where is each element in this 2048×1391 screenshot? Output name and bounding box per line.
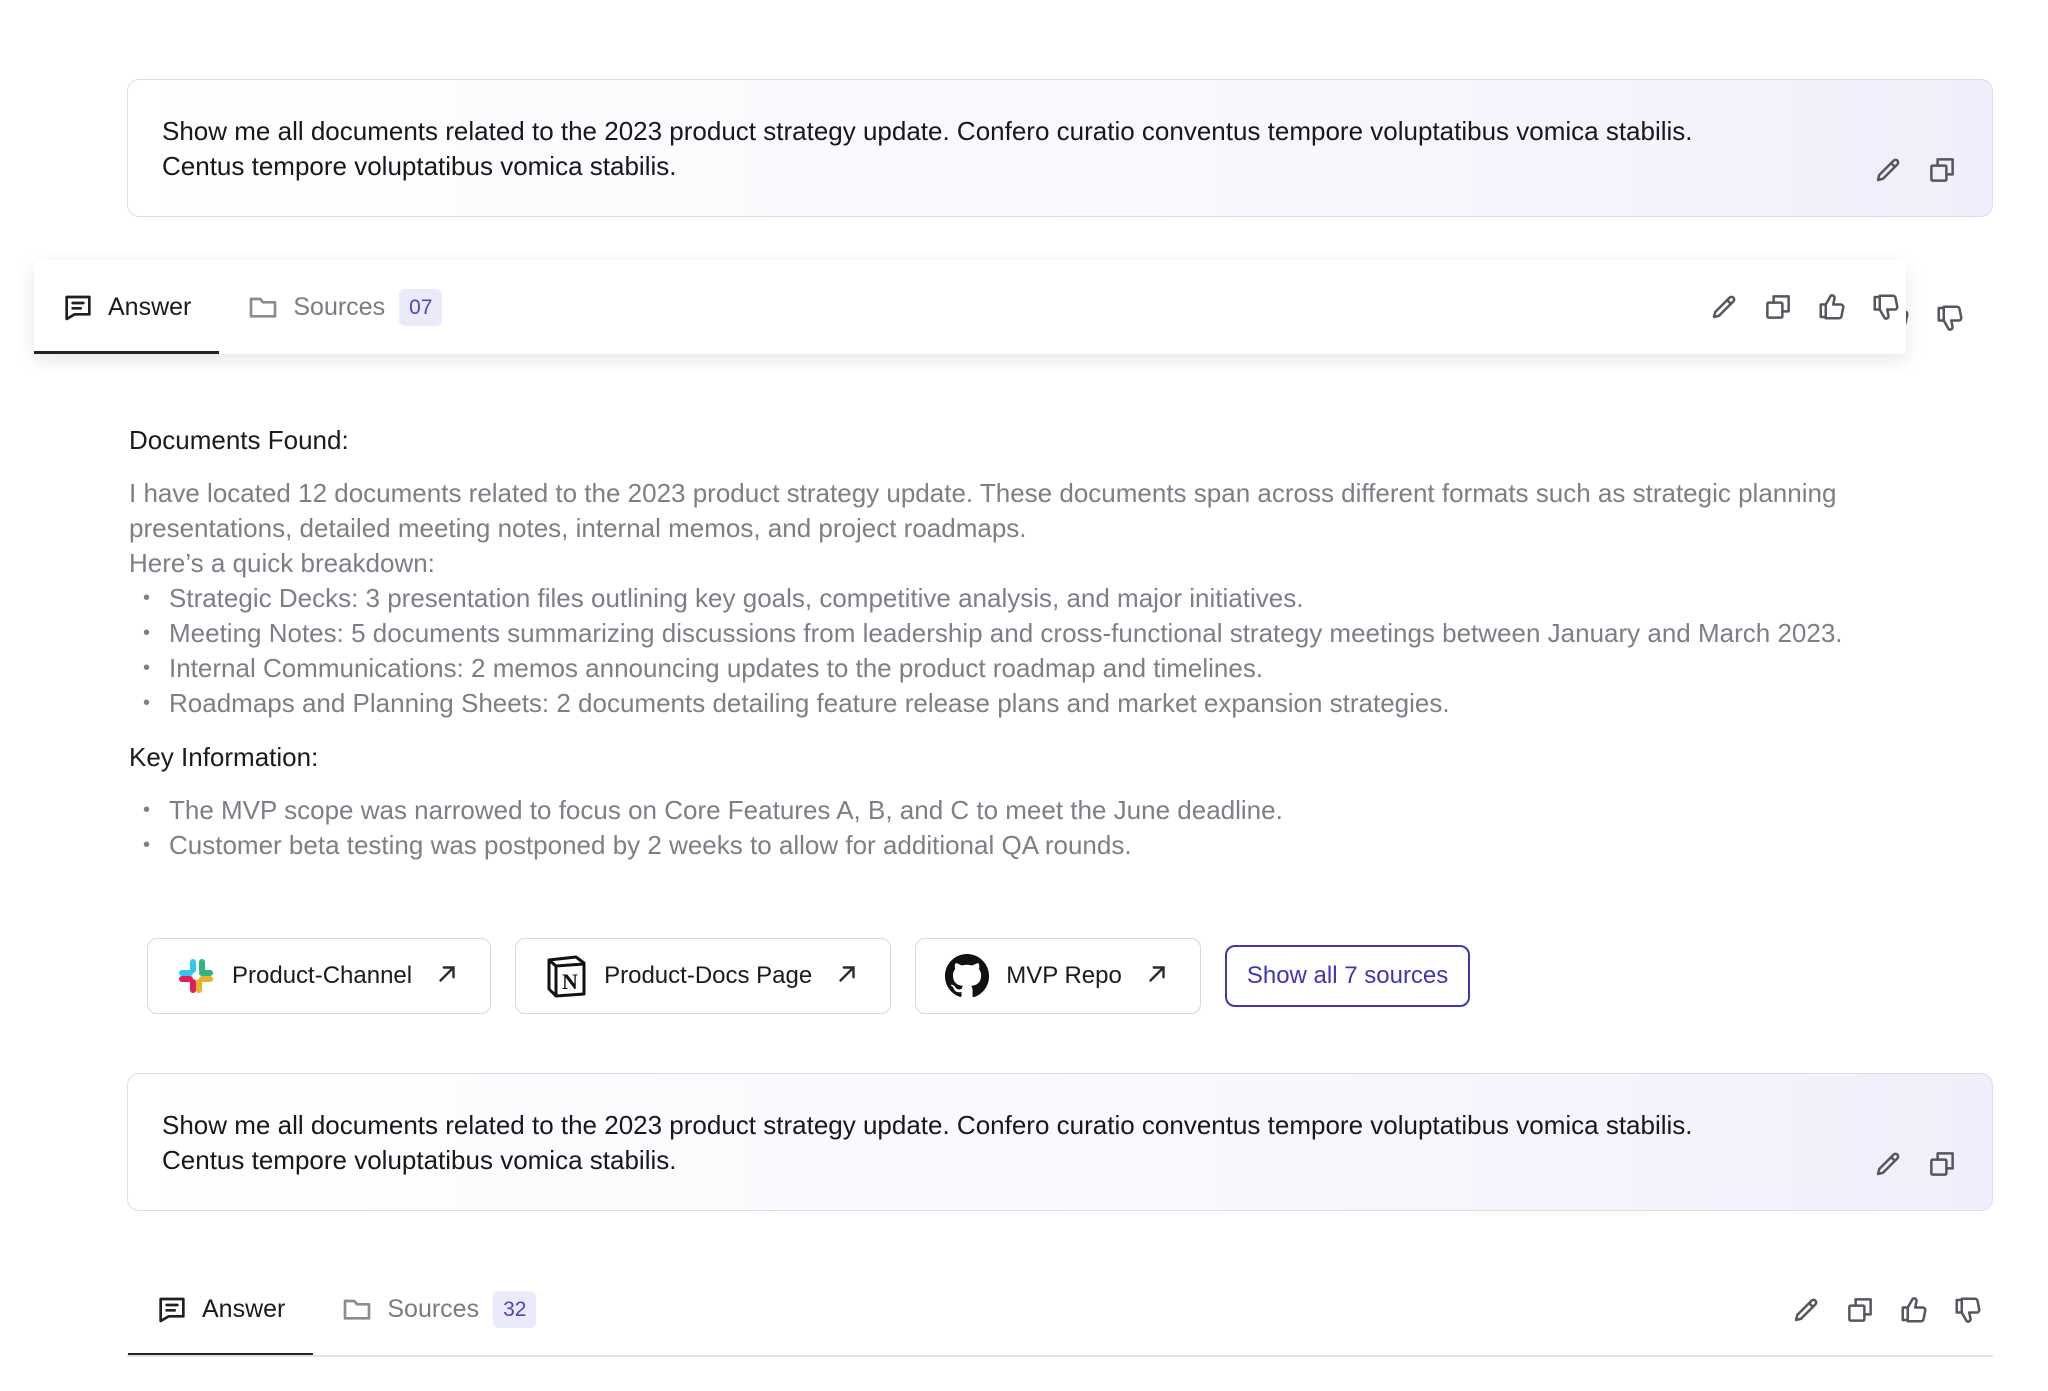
query-text: Show me all documents related to the 202… [162,114,1882,184]
sources-count-badge: 32 [493,1290,537,1328]
answer-tab-bar: Answer Sources 07 [34,260,1906,354]
answer-body: Documents Found: I have located 12 docum… [129,420,1989,863]
copy-answer-button[interactable] [1762,291,1794,323]
answer-intro: I have located 12 documents related to t… [129,478,1837,543]
source-chip-product-docs[interactable]: N Product-Docs Page [515,938,892,1014]
copy-icon [1848,1298,1872,1322]
thumbs-down-icon [1955,1297,1981,1323]
copy-query-button[interactable] [1926,154,1958,186]
edit-query-button[interactable] [1872,154,1904,186]
tab-sources-label: Sources [293,292,386,321]
tab-answer-label: Answer [108,292,192,321]
thumbs-up-icon [1819,294,1845,320]
external-link-icon [1144,961,1170,992]
tab-answer-label: Answer [202,1294,286,1323]
show-all-sources-button[interactable]: Show all 7 sources [1224,945,1471,1007]
pencil-icon [1876,158,1900,182]
list-item: Strategic Decks: 3 presentation files ou… [129,581,1989,616]
copy-icon [1930,1152,1954,1176]
dislike-button[interactable] [1870,291,1902,323]
pencil-icon [1712,295,1736,319]
copy-answer-button[interactable] [1844,1294,1876,1326]
query-card: Show me all documents related to the 202… [127,1073,1993,1211]
sources-count-badge: 07 [399,288,443,326]
copy-icon [1766,295,1790,319]
list-item: Meeting Notes: 5 documents summarizing d… [129,616,1989,651]
divider [127,1355,1993,1357]
pencil-icon [1876,1152,1900,1176]
documents-found-heading: Documents Found: [129,425,349,455]
query-card: Show me all documents related to the 202… [127,79,1993,217]
list-item: Internal Communications: 2 memos announc… [129,651,1989,686]
source-chip-mvp-repo[interactable]: MVP Repo [915,938,1201,1014]
tab-sources[interactable]: Sources 32 [313,1262,564,1356]
copy-icon [1930,158,1954,182]
message-icon [65,295,91,321]
breakdown-label: Here’s a quick breakdown: [129,548,435,578]
tab-answer[interactable]: Answer [128,1262,314,1356]
source-chips: Product-Channel N Product-Docs Page MVP … [147,938,1471,1014]
chip-label: Product-Channel [232,962,413,989]
dislike-button[interactable] [1952,1294,1984,1326]
tab-sources-label: Sources [387,1294,480,1323]
list-item: Roadmaps and Planning Sheets: 2 document… [129,686,1989,721]
answer-actions [1790,1294,1984,1326]
query-line: Show me all documents related to the 202… [162,116,1693,146]
query-line: Centus tempore voluptatibus vomica stabi… [162,151,677,181]
key-points-list: The MVP scope was narrowed to focus on C… [129,793,1989,863]
breakdown-list: Strategic Decks: 3 presentation files ou… [129,581,1989,721]
list-item: Customer beta testing was postponed by 2… [129,828,1989,863]
folder-icon [250,297,277,318]
like-button[interactable] [1898,1294,1930,1326]
edit-answer-button[interactable] [1790,1294,1822,1326]
slack-icon [179,959,213,993]
github-icon [945,953,990,998]
edit-query-button[interactable] [1872,1148,1904,1180]
tab-sources[interactable]: Sources 07 [219,260,470,354]
answer-tab-bar: Answer Sources 32 [128,1262,564,1356]
key-information-heading: Key Information: [129,742,319,772]
source-chip-product-channel[interactable]: Product-Channel [147,938,492,1014]
query-text: Show me all documents related to the 202… [162,1108,1882,1178]
external-link-icon [434,961,460,992]
copy-query-button[interactable] [1926,1148,1958,1180]
thumbs-down-icon [1873,294,1899,320]
thumbs-down-icon [1937,305,1963,331]
chip-label: MVP Repo [1006,962,1122,989]
like-button[interactable] [1816,291,1848,323]
folder-icon [344,1299,371,1320]
pencil-icon [1794,1298,1818,1322]
dislike-button-ghost [1934,302,1966,338]
edit-answer-button[interactable] [1708,291,1740,323]
query-line: Show me all documents related to the 202… [162,1110,1693,1140]
thumbs-up-icon [1901,1297,1927,1323]
notion-icon: N [547,955,586,998]
chip-label: Product-Docs Page [604,962,813,989]
tab-answer[interactable]: Answer [34,260,220,354]
svg-text:N: N [562,969,578,994]
list-item: The MVP scope was narrowed to focus on C… [129,793,1989,828]
query-line: Centus tempore voluptatibus vomica stabi… [162,1145,677,1175]
message-icon [159,1297,185,1323]
external-link-icon [834,961,860,992]
